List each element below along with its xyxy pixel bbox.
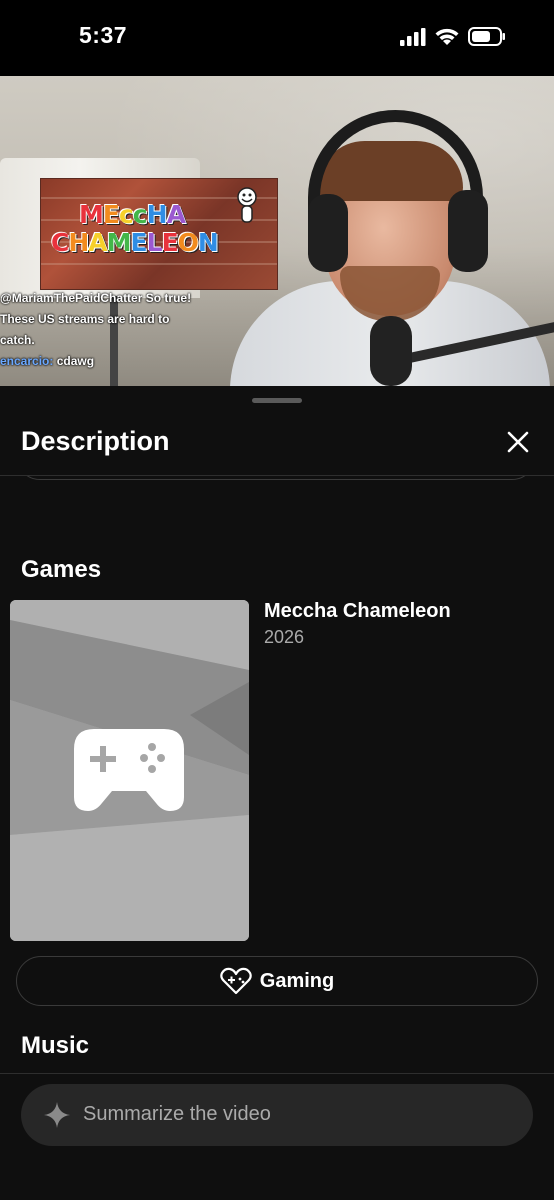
game-thumbnail[interactable] [10, 600, 249, 941]
summarize-placeholder: Summarize the video [83, 1103, 271, 1125]
bottom-divider [0, 1073, 554, 1074]
gaming-button[interactable]: Gaming [16, 956, 538, 1006]
description-sheet: Description Games Meccha Chameleon 2026 … [0, 388, 554, 1200]
chat-overlay: @MariamThePaidChatter So true! These US … [0, 288, 230, 372]
sparkle-icon [44, 1102, 70, 1128]
chat-line: @MariamThePaidChatter So true! [0, 291, 192, 305]
chat-line: encarcio: cdawg [0, 354, 95, 368]
gaming-heart-icon [220, 967, 252, 995]
previous-section-button[interactable] [16, 476, 536, 480]
battery-icon [468, 27, 505, 46]
chat-username: encarcio: [0, 354, 54, 368]
gaming-button-label: Gaming [259, 969, 335, 992]
close-icon[interactable] [500, 424, 536, 460]
wifi-icon [435, 28, 459, 45]
music-section-title: Music [21, 1032, 90, 1059]
status-time: 5:37 [79, 22, 128, 48]
video-player[interactable]: MEccHA CHAMELEON @MariamThePaidChatter S… [0, 76, 554, 386]
game-title[interactable]: Meccha Chameleon [264, 600, 451, 623]
description-scroll-area[interactable]: Games Meccha Chameleon 2026 Gaming Music [0, 476, 554, 1072]
cellular-signal-icon [400, 27, 426, 46]
chat-line: catch. [0, 333, 35, 347]
streamer [230, 106, 554, 386]
games-section-title: Games [21, 556, 102, 583]
sheet-drag-handle[interactable] [252, 398, 302, 403]
sheet-title: Description [21, 426, 170, 456]
game-year: 2026 [264, 627, 305, 647]
chat-line: These US streams are hard to [0, 312, 170, 326]
status-bar: 5:37 [0, 0, 554, 76]
gamepad-icon [74, 729, 184, 811]
summarize-input[interactable]: Summarize the video [21, 1084, 533, 1146]
game-logo-text: MEccHA CHAMELEON [51, 200, 219, 257]
status-icons [400, 27, 506, 46]
